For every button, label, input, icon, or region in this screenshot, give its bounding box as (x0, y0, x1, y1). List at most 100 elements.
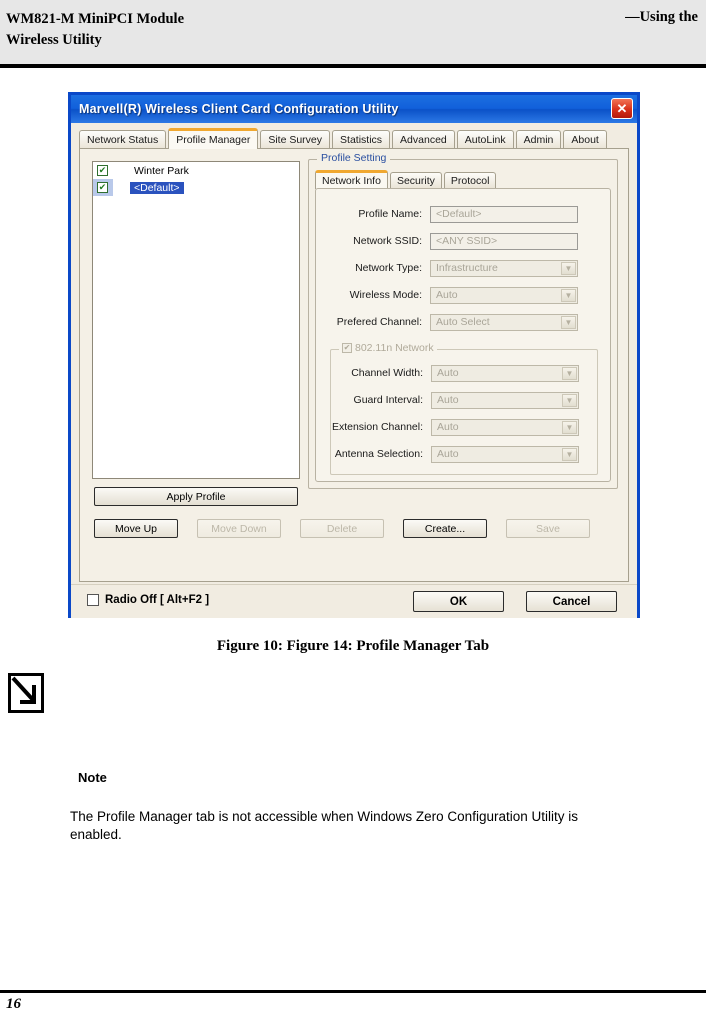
field-label: Profile Name: (358, 208, 422, 220)
field-network-ssid: Network SSID: <ANY SSID> (322, 232, 578, 250)
field-label: Guard Interval: (353, 394, 423, 406)
field-profile-name: Profile Name: <Default> (322, 205, 578, 223)
tab-label: Site Survey (268, 134, 323, 146)
field-guard-interval: Guard Interval: Auto ▼ (323, 391, 579, 409)
field-label: Antenna Selection: (334, 448, 423, 460)
select-value: Auto (437, 421, 459, 433)
chevron-down-icon[interactable]: ▼ (562, 447, 577, 461)
move-down-button: Move Down (197, 519, 281, 538)
dot11n-network-group: ✔ 802.11n Network Channel Width: Auto ▼ … (330, 342, 598, 475)
tab-network-info[interactable]: Network Info (315, 170, 388, 189)
channel-width-select[interactable]: Auto ▼ (431, 364, 579, 382)
note-title: Note (78, 770, 107, 785)
select-value: Auto Select (436, 316, 490, 328)
save-button: Save (506, 519, 590, 538)
profile-name: <Default> (130, 181, 184, 194)
tab-advanced[interactable]: Advanced (392, 130, 455, 149)
profile-list[interactable]: ✔ Winter Park ✔ <Default> (92, 161, 300, 479)
tab-label: Protocol (450, 175, 490, 187)
antenna-selection-select[interactable]: Auto ▼ (431, 445, 579, 463)
dot11n-checkbox[interactable]: ✔ (342, 343, 352, 353)
chevron-down-icon[interactable]: ▼ (562, 393, 577, 407)
button-label: Cancel (552, 595, 591, 608)
chevron-down-icon[interactable]: ▼ (561, 288, 576, 302)
header-title-line1: WM821-M MiniPCI Module (6, 11, 185, 27)
ok-button[interactable]: OK (413, 591, 504, 612)
wireless-mode-select[interactable]: Auto ▼ (430, 286, 578, 304)
dot11n-legend[interactable]: ✔ 802.11n Network (339, 342, 437, 354)
field-label: Extension Channel: (331, 421, 423, 433)
radio-off-checkbox[interactable]: Radio Off [ Alt+F2 ] (87, 594, 209, 606)
profile-manager-panel: ✔ Winter Park ✔ <Default> Apply Profile … (79, 148, 629, 582)
field-label: Network Type: (355, 262, 422, 274)
down-right-arrow-icon (8, 673, 44, 713)
wireless-utility-dialog: Marvell(R) Wireless Client Card Configur… (68, 92, 640, 618)
move-up-button[interactable]: Move Up (94, 519, 178, 538)
note-body: The Profile Manager tab is not accessibl… (70, 809, 578, 842)
profile-enabled-checkbox[interactable]: ✔ (97, 165, 108, 176)
tab-label: Advanced (400, 134, 447, 146)
extension-channel-select[interactable]: Auto ▼ (431, 418, 579, 436)
tab-label: Statistics (340, 134, 383, 146)
tab-autolink[interactable]: AutoLink (456, 130, 514, 149)
tab-network-status[interactable]: Network Status (79, 130, 167, 149)
dialog-body: Network Status Profile Manager Site Surv… (71, 123, 637, 618)
profile-name: Winter Park (134, 164, 189, 177)
tab-admin[interactable]: Admin (515, 130, 562, 149)
tab-label: AutoLink (464, 134, 506, 146)
field-channel-width: Channel Width: Auto ▼ (323, 364, 579, 382)
footer-rule (0, 990, 706, 993)
prefered-channel-select[interactable]: Auto Select ▼ (430, 313, 578, 331)
tab-statistics[interactable]: Statistics (332, 130, 391, 149)
page-number: 16 (6, 996, 21, 1012)
tab-label: Network Info (322, 175, 381, 187)
list-item[interactable]: ✔ Winter Park (93, 162, 299, 179)
list-item[interactable]: ✔ <Default> (93, 179, 299, 196)
dialog-titlebar[interactable]: Marvell(R) Wireless Client Card Configur… (71, 95, 637, 123)
profile-name-input[interactable]: <Default> (430, 205, 578, 223)
select-value: Infrastructure (436, 262, 498, 274)
profile-setting-group: Profile Setting Network Info Security Pr… (308, 152, 618, 489)
tab-security[interactable]: Security (389, 172, 442, 189)
profile-setting-legend: Profile Setting (317, 152, 391, 164)
checkbox-box[interactable] (87, 594, 99, 606)
dialog-title: Marvell(R) Wireless Client Card Configur… (79, 102, 399, 116)
header-title-left: WM821-M MiniPCI Module Wireless Utility (6, 9, 426, 51)
header-title-line2: Wireless Utility (6, 32, 102, 48)
guard-interval-select[interactable]: Auto ▼ (431, 391, 579, 409)
network-info-panel: Profile Name: <Default> Network SSID: <A… (315, 188, 611, 482)
tab-about[interactable]: About (563, 130, 607, 149)
cancel-button[interactable]: Cancel (526, 591, 617, 612)
select-value: Auto (437, 448, 459, 460)
field-label: Wireless Mode: (349, 289, 422, 301)
tab-label: Network Status (87, 134, 159, 146)
create-button[interactable]: Create... (403, 519, 487, 538)
tab-label: About (571, 134, 599, 146)
chevron-down-icon[interactable]: ▼ (561, 315, 576, 329)
chevron-down-icon[interactable]: ▼ (561, 261, 576, 275)
close-icon[interactable]: ✕ (611, 98, 633, 119)
tab-label: Admin (523, 134, 554, 146)
main-tabstrip: Network Status Profile Manager Site Surv… (79, 128, 629, 149)
apply-profile-button[interactable]: Apply Profile (94, 487, 298, 506)
field-label: Channel Width: (351, 367, 423, 379)
chevron-down-icon[interactable]: ▼ (562, 366, 577, 380)
tab-site-survey[interactable]: Site Survey (260, 130, 331, 149)
delete-button: Delete (300, 519, 384, 538)
profile-setting-tabstrip: Network Info Security Protocol (315, 170, 497, 189)
button-label: Delete (326, 522, 358, 535)
network-type-select[interactable]: Infrastructure ▼ (430, 259, 578, 277)
button-label: OK (449, 595, 468, 608)
field-wireless-mode: Wireless Mode: Auto ▼ (322, 286, 578, 304)
figure-caption: Figure 10: Figure 14: Profile Manager Ta… (216, 638, 490, 654)
button-label: Move Down (211, 522, 267, 535)
select-value: Auto (437, 367, 459, 379)
button-label: Move Up (114, 522, 157, 535)
field-antenna-selection: Antenna Selection: Auto ▼ (323, 445, 579, 463)
chevron-down-icon[interactable]: ▼ (562, 420, 577, 434)
field-label: Prefered Channel: (336, 316, 422, 328)
tab-profile-manager[interactable]: Profile Manager (168, 128, 259, 149)
profile-enabled-checkbox[interactable]: ✔ (97, 182, 108, 193)
tab-protocol[interactable]: Protocol (443, 172, 497, 189)
network-ssid-input[interactable]: <ANY SSID> (430, 232, 578, 250)
